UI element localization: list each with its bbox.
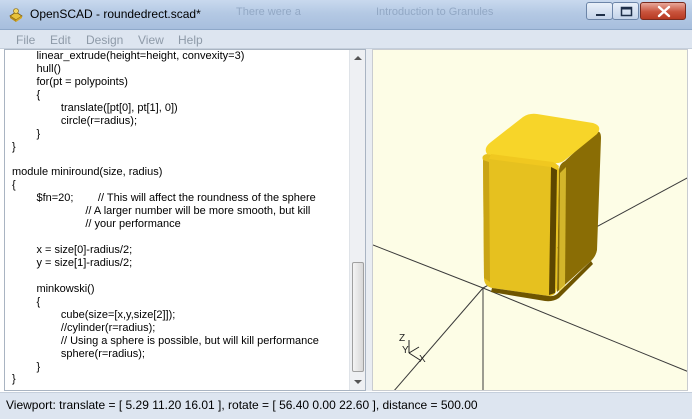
editor-scrollbar[interactable] (349, 50, 365, 390)
code-line: cube(size=[x,y,size[2]]); (12, 308, 176, 321)
code-line: for(pt = polypoints) (12, 75, 128, 88)
background-window-title: There were a (236, 6, 301, 18)
code-line: translate([pt[0], pt[1], 0]) (12, 101, 178, 114)
maximize-button[interactable] (612, 2, 639, 20)
menu-view[interactable]: View (138, 33, 164, 47)
title-bar[interactable]: OpenSCAD - roundedrect.scad* There were … (0, 0, 692, 30)
openscad-app-icon[interactable] (8, 7, 24, 23)
axis-label-y: Y (402, 345, 409, 356)
code-line: minkowski() (12, 282, 95, 295)
background-window-title: Introduction to Granules (376, 6, 494, 18)
menu-bar: File Edit Design View Help (0, 30, 692, 49)
code-line: x = size[0]-radius/2; (12, 244, 133, 257)
code-line: hull() (12, 62, 61, 75)
3d-viewport[interactable]: Z Y X (372, 49, 688, 391)
code-line: } (12, 360, 41, 373)
rounded-box-model (482, 113, 601, 302)
scroll-down-arrow-icon[interactable] (351, 375, 365, 389)
minimize-button[interactable] (586, 2, 613, 20)
menu-edit[interactable]: Edit (50, 33, 71, 47)
axis-label-z: Z (399, 333, 405, 344)
code-line: } (12, 140, 16, 153)
close-button[interactable] (640, 2, 686, 20)
code-line: linear_extrude(height=height, convexity=… (12, 50, 245, 62)
code-line: module miniround(size, radius) (12, 166, 163, 179)
code-line: y = size[1]-radius/2; (12, 257, 133, 269)
code-line: } (12, 373, 16, 386)
maximize-icon (620, 6, 633, 17)
status-bar: Viewport: translate = [ 5.29 11.20 16.01… (0, 392, 692, 419)
code-line: sphere(r=radius); (12, 347, 145, 360)
close-icon (657, 5, 671, 18)
viewport-render: Z Y X (373, 113, 687, 390)
minimize-icon (596, 14, 605, 16)
axis-label-x: X (419, 354, 426, 365)
code-line: circle(r=radius); (12, 114, 137, 127)
code-line: { (12, 179, 16, 192)
code-line: $fn=20; // This will affect the roundnes… (12, 192, 316, 205)
menu-file[interactable]: File (16, 33, 35, 47)
code-line: // your performance (12, 218, 181, 231)
viewport-status-text: Viewport: translate = [ 5.29 11.20 16.01… (6, 398, 478, 412)
code-line: { (12, 88, 41, 101)
menu-help[interactable]: Help (178, 33, 203, 47)
code-editor[interactable]: linear_extrude(height=height, convexity=… (4, 49, 366, 391)
code-line: // A larger number will be more smooth, … (12, 205, 311, 218)
menu-design[interactable]: Design (86, 33, 123, 47)
code-line: // Using a sphere is possible, but will … (12, 334, 319, 347)
window-title: OpenSCAD - roundedrect.scad* (30, 7, 201, 21)
scroll-up-arrow-icon[interactable] (351, 51, 365, 65)
code-line: { (12, 295, 41, 308)
code-line: } (12, 127, 41, 140)
code-line: //cylinder(r=radius); (12, 321, 156, 334)
scroll-thumb[interactable] (352, 262, 364, 372)
code-text[interactable]: linear_extrude(height=height, convexity=… (12, 50, 352, 386)
